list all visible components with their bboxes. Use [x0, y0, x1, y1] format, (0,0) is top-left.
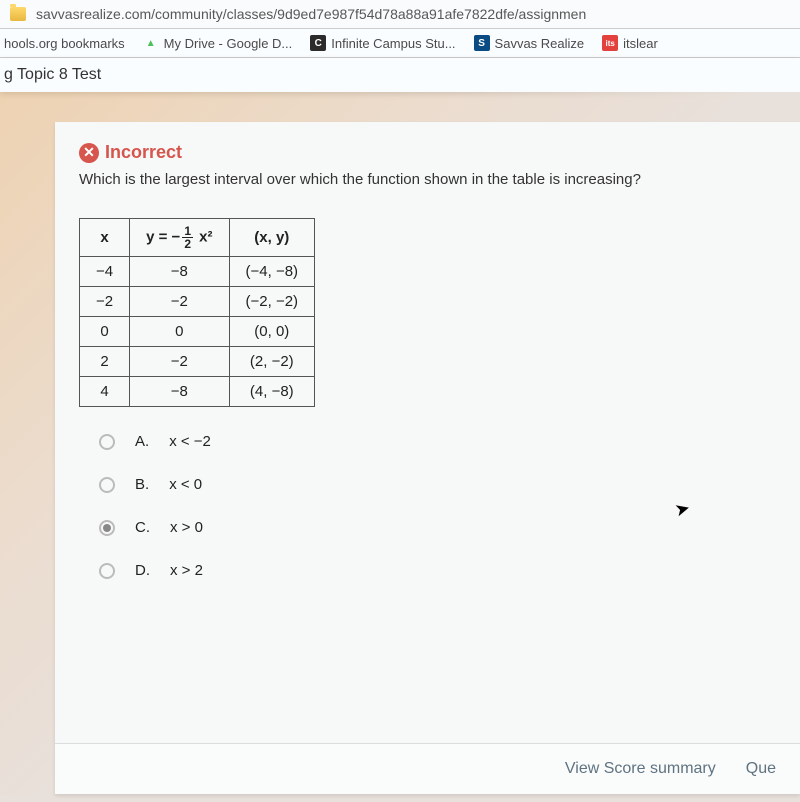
fraction: 12 [182, 225, 193, 250]
answer-c[interactable]: C. x > 0 [99, 519, 776, 536]
bookmark-label: hools.org bookmarks [4, 36, 125, 51]
table-header-row: x y = −12 x² (x, y) [80, 219, 315, 257]
status-text: Incorrect [105, 142, 182, 163]
bookmark-drive[interactable]: ▲ My Drive - Google D... [143, 35, 293, 51]
footer-bar: View Score summary Que [55, 743, 800, 794]
url-bar[interactable]: savvasrealize.com/community/classes/9d9e… [0, 0, 800, 29]
bookmark-label: My Drive - Google D... [164, 36, 293, 51]
bookmark-savvas[interactable]: S Savvas Realize [474, 35, 585, 51]
view-score-summary-link[interactable]: View Score summary [565, 760, 716, 778]
answer-a[interactable]: A. x < −2 [99, 433, 776, 450]
table-row: −4−8(−4, −8) [80, 257, 315, 287]
drive-icon: ▲ [143, 35, 159, 51]
bookmark-label: itslear [623, 36, 658, 51]
th-y: y = −12 x² [130, 219, 229, 257]
savvas-icon: S [474, 35, 490, 51]
question-card: ✕ Incorrect Which is the largest interva… [55, 122, 800, 794]
bookmark-label: Savvas Realize [495, 36, 585, 51]
th-x: x [80, 219, 130, 257]
page-area: ✕ Incorrect Which is the largest interva… [0, 92, 800, 794]
answer-text: x > 0 [170, 519, 203, 536]
answer-letter: A. [135, 433, 149, 450]
radio-a[interactable] [99, 434, 115, 450]
status-row: ✕ Incorrect [79, 142, 776, 163]
th-xy: (x, y) [229, 219, 315, 257]
bookmark-schools[interactable]: hools.org bookmarks [4, 36, 125, 51]
url-text: savvasrealize.com/community/classes/9d9e… [36, 6, 586, 22]
bookmark-infinite-campus[interactable]: C Infinite Campus Stu... [310, 35, 455, 51]
bookmarks-bar: hools.org bookmarks ▲ My Drive - Google … [0, 29, 800, 58]
bookmark-itslearning[interactable]: its itslear [602, 35, 658, 51]
campus-icon: C [310, 35, 326, 51]
answer-b[interactable]: B. x < 0 [99, 476, 776, 493]
question-text: Which is the largest interval over which… [79, 171, 776, 188]
itslearning-icon: its [602, 35, 618, 51]
answer-text: x < 0 [169, 476, 202, 493]
answer-text: x < −2 [169, 433, 211, 450]
radio-b[interactable] [99, 477, 115, 493]
radio-c[interactable] [99, 520, 115, 536]
page-tab-title: g Topic 8 Test [0, 58, 800, 92]
answer-letter: B. [135, 476, 149, 493]
function-table: x y = −12 x² (x, y) −4−8(−4, −8) −2−2(−2… [79, 218, 315, 407]
radio-d[interactable] [99, 563, 115, 579]
answer-text: x > 2 [170, 562, 203, 579]
question-nav[interactable]: Que [746, 760, 776, 778]
table-row: 2−2(2, −2) [80, 347, 315, 377]
incorrect-icon: ✕ [79, 143, 99, 163]
folder-icon [10, 7, 26, 21]
table-row: 00(0, 0) [80, 317, 315, 347]
table-row: −2−2(−2, −2) [80, 287, 315, 317]
answer-letter: D. [135, 562, 150, 579]
table-row: 4−8(4, −8) [80, 377, 315, 407]
answer-letter: C. [135, 519, 150, 536]
answer-d[interactable]: D. x > 2 [99, 562, 776, 579]
bookmark-label: Infinite Campus Stu... [331, 36, 455, 51]
